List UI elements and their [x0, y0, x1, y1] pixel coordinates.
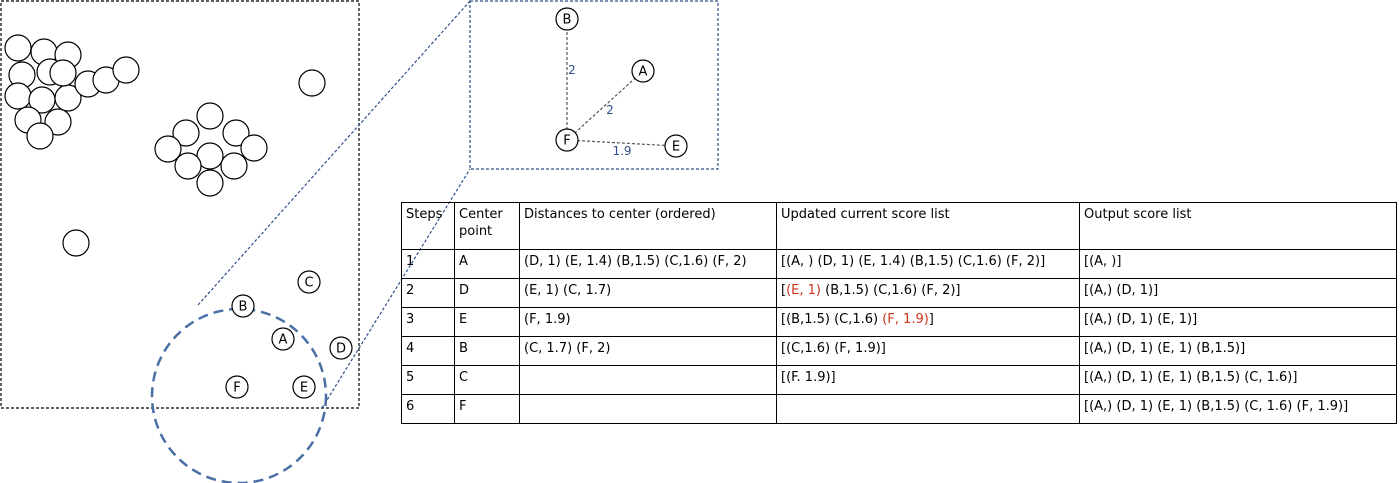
cell-distances: (C, 1.7) (F, 2) — [519, 336, 777, 366]
edge-f-a-label: 2 — [606, 103, 614, 117]
scatter-point — [298, 69, 326, 97]
cell-center-point: B — [454, 336, 520, 366]
cell-step: 4 — [401, 336, 455, 366]
cell-step: 6 — [401, 394, 455, 424]
score-entry-text: ] — [928, 312, 934, 327]
cell-output-score-list: [(A,) (D, 1) (E, 1) (B,1.5) (C, 1.6)] — [1079, 365, 1397, 395]
point-e-label: E — [300, 381, 308, 396]
table-header-row: Steps Center point Distances to center (… — [401, 202, 1397, 250]
scatter-point — [62, 229, 90, 257]
point-d-label: D — [336, 342, 346, 357]
scatter-point — [4, 34, 32, 62]
scatter-point — [196, 102, 224, 130]
cell-updated-score-list: [(C,1.6) (F, 1.9)] — [776, 336, 1080, 366]
zoom-node-a-label: A — [639, 65, 648, 80]
cell-output-score-list: [(A,) (D, 1) (E, 1) (B,1.5) (C, 1.6) (F,… — [1079, 394, 1397, 424]
cell-distances: (F, 1.9) — [519, 307, 777, 337]
cell-step: 2 — [401, 278, 455, 308]
cell-distances — [519, 365, 777, 395]
header-updated-score-list: Updated current score list — [776, 202, 1080, 250]
cell-center-point: D — [454, 278, 520, 308]
cell-step: 5 — [401, 365, 455, 395]
score-entry-text: (B,1.5) (C,1.6) (F, 2)] — [820, 283, 961, 298]
point-a-label: A — [279, 333, 288, 348]
table-row: 3 E (F, 1.9) [(B,1.5) (C,1.6) (F, 1.9)] [(A,… — [401, 307, 1397, 337]
point-f-label: F — [233, 381, 240, 396]
point-e: E — [292, 375, 316, 399]
zoom-node-b: B — [555, 7, 579, 31]
cell-output-score-list: [(A, )] — [1079, 249, 1397, 279]
point-b: B — [231, 294, 255, 318]
point-b-label: B — [239, 300, 248, 315]
table-row: 1 A (D, 1) (E, 1.4) (B,1.5) (C,1.6) (F, 2)… — [401, 249, 1397, 279]
header-distances: Distances to center (ordered) — [519, 202, 777, 250]
header-center-point: Center point — [454, 202, 520, 250]
cell-output-score-list: [(A,) (D, 1) (E, 1) (B,1.5)] — [1079, 336, 1397, 366]
point-a: A — [271, 327, 295, 351]
steps-table: Steps Center point Distances to center (… — [401, 202, 1397, 424]
scatter-point — [112, 56, 140, 84]
scatter-point — [196, 169, 224, 197]
score-entry-text: [(C,1.6) (F, 1.9)] — [781, 341, 886, 356]
highlighted-score-entry: (F, 1.9) — [882, 312, 929, 327]
cell-updated-score-list: [(F. 1.9)] — [776, 365, 1080, 395]
cell-center-point: E — [454, 307, 520, 337]
point-f: F — [225, 375, 249, 399]
table-row: 5 C [(F. 1.9)] [(A,) (D, 1) (E, 1) (B,1.5) … — [401, 365, 1397, 395]
table-row: 6 F [(A,) (D, 1) (E, 1) (B,1.5) (C, 1.6) (… — [401, 394, 1397, 424]
cell-output-score-list: [(A,) (D, 1)] — [1079, 278, 1397, 308]
cell-output-score-list: [(A,) (D, 1) (E, 1)] — [1079, 307, 1397, 337]
edge-f-a — [566, 70, 644, 141]
zoom-node-a: A — [631, 59, 655, 83]
zoom-node-f: F — [555, 128, 579, 152]
scatter-point — [49, 59, 77, 87]
zoom-node-e: E — [664, 134, 688, 158]
cell-updated-score-list: [(A, ) (D, 1) (E, 1.4) (B,1.5) (C,1.6) (… — [776, 249, 1080, 279]
zoom-node-e-label: E — [672, 140, 680, 155]
cell-distances: (E, 1) (C, 1.7) — [519, 278, 777, 308]
zoom-edges: 221.9 — [566, 19, 677, 158]
header-output-score-list: Output score list — [1079, 202, 1397, 250]
score-entry-text: [(B,1.5) (C,1.6) — [781, 312, 883, 327]
scatter-point — [26, 122, 54, 150]
cell-center-point: F — [454, 394, 520, 424]
cell-updated-score-list: [(E, 1) (B,1.5) (C,1.6) (F, 2)] — [776, 278, 1080, 308]
scatter-point — [4, 82, 32, 110]
point-d: D — [329, 336, 353, 360]
cell-distances: (D, 1) (E, 1.4) (B,1.5) (C,1.6) (F, 2) — [519, 249, 777, 279]
zoom-node-f-label: F — [563, 134, 570, 149]
highlighted-score-entry: (E, 1) — [786, 283, 821, 298]
score-entry-text: [(A, ) (D, 1) (E, 1.4) (B,1.5) (C,1.6) (… — [781, 254, 1046, 269]
cell-center-point: A — [454, 249, 520, 279]
zoom-node-b-label: B — [563, 13, 572, 28]
unlabeled-points — [4, 34, 326, 257]
cell-updated-score-list: [(B,1.5) (C,1.6) (F, 1.9)] — [776, 307, 1080, 337]
zoom-nodes: A B E F — [555, 7, 688, 158]
edge-f-e-label: 1.9 — [612, 144, 631, 158]
edge-f-b-label: 2 — [568, 63, 576, 77]
cell-distances — [519, 394, 777, 424]
cell-updated-score-list — [776, 394, 1080, 424]
table-row: 4 B (C, 1.7) (F, 2) [(C,1.6) (F, 1.9)] [(A,)… — [401, 336, 1397, 366]
score-entry-text: [(F. 1.9)] — [781, 370, 836, 385]
cell-center-point: C — [454, 365, 520, 395]
scatter-point — [240, 134, 268, 162]
cell-step: 1 — [401, 249, 455, 279]
cell-step: 3 — [401, 307, 455, 337]
scatter-point — [220, 152, 248, 180]
point-c-label: C — [304, 276, 313, 291]
steps-table-container: Steps Center point Distances to center (… — [401, 202, 1397, 424]
header-steps: Steps — [401, 202, 455, 250]
table-row: 2 D (E, 1) (C, 1.7) [(E, 1) (B,1.5) (C,1.6)… — [401, 278, 1397, 308]
labeled-points: A B C D E F — [225, 270, 353, 399]
point-c: C — [297, 270, 321, 294]
scatter-point — [174, 152, 202, 180]
